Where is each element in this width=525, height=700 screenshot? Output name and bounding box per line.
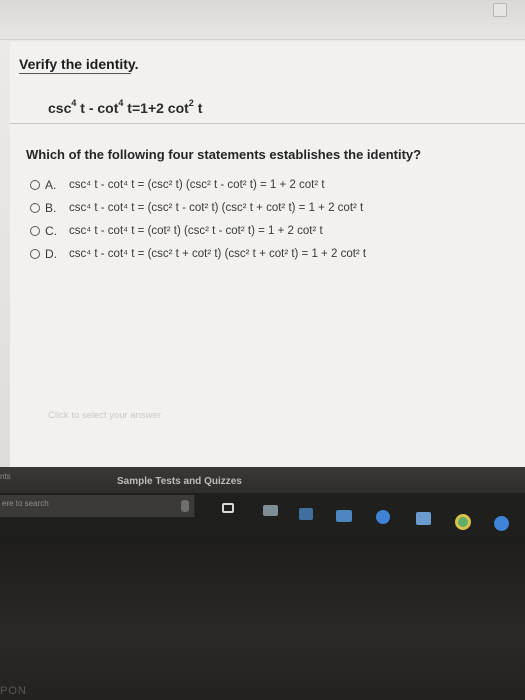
chrome-icon[interactable] — [455, 514, 471, 530]
side-label: nts — [0, 472, 11, 481]
title-underline — [19, 73, 131, 74]
identity-power-3: 2 — [188, 98, 194, 108]
identity-power-2: 4 — [118, 98, 124, 108]
page-footer — [0, 467, 525, 493]
identity-lhs-csc: csc — [48, 100, 72, 116]
app-icon[interactable] — [416, 512, 431, 525]
option-letter: D. — [45, 247, 57, 261]
identity-var-3: t — [197, 100, 203, 116]
option-letter: A. — [45, 178, 57, 192]
mail-icon[interactable] — [336, 510, 352, 522]
task-view-icon[interactable] — [222, 503, 234, 513]
identity-power-1: 4 — [71, 98, 77, 108]
edge-icon[interactable] — [376, 510, 390, 524]
option-expression: csc⁴ t - cot⁴ t = (cot² t) (csc² t - cot… — [69, 225, 323, 237]
option-a[interactable]: A. csc⁴ t - cot⁴ t = (csc² t) (csc² t - … — [30, 176, 325, 194]
problem-title: Verify the identity. — [19, 56, 139, 72]
option-letter: C. — [45, 224, 57, 238]
question-text: Which of the following four statements e… — [26, 147, 422, 162]
radio-button-icon[interactable] — [30, 203, 40, 213]
option-c[interactable]: C. csc⁴ t - cot⁴ t = (cot² t) (csc² t - … — [30, 222, 323, 240]
identity-minus: - — [88, 100, 94, 116]
microphone-icon[interactable] — [181, 500, 189, 512]
browser-screen: Verify the identity. csc4 t - cot4 t=1+2… — [0, 0, 525, 470]
option-expression: csc⁴ t - cot⁴ t = (csc² t + cot² t) (csc… — [69, 248, 367, 260]
store-icon[interactable] — [299, 508, 313, 520]
option-expression: csc⁴ t - cot⁴ t = (csc² t) (csc² t - cot… — [69, 179, 325, 191]
identity-lhs-cot: cot — [97, 100, 119, 116]
identity-expression: csc4 t - cot4 t=1+2 cot2 t — [48, 98, 202, 116]
sample-tests-link[interactable]: Sample Tests and Quizzes — [117, 476, 242, 487]
search-placeholder: ere to search — [2, 499, 49, 508]
radio-button-icon[interactable] — [30, 180, 40, 190]
bezel-brand-text: PON — [0, 685, 27, 697]
select-answer-hint: Click to select your answer — [48, 410, 161, 421]
section-divider — [10, 123, 525, 124]
monitor-bezel — [0, 537, 525, 700]
option-b[interactable]: B. csc⁴ t - cot⁴ t = (csc² t - cot² t) (… — [30, 199, 363, 217]
window-icon[interactable] — [493, 3, 507, 17]
identity-rhs: 1+2 cot — [140, 100, 189, 116]
identity-var-1: t — [80, 100, 85, 116]
radio-button-icon[interactable] — [30, 226, 40, 236]
option-expression: csc⁴ t - cot⁴ t = (csc² t - cot² t) (csc… — [69, 202, 364, 214]
media-icon[interactable] — [494, 516, 509, 531]
radio-button-icon[interactable] — [30, 249, 40, 259]
top-bar — [0, 0, 525, 40]
option-letter: B. — [45, 201, 57, 215]
identity-equals: = — [131, 100, 141, 116]
file-explorer-icon[interactable] — [263, 505, 278, 516]
option-d[interactable]: D. csc⁴ t - cot⁴ t = (csc² t + cot² t) (… — [30, 245, 366, 263]
